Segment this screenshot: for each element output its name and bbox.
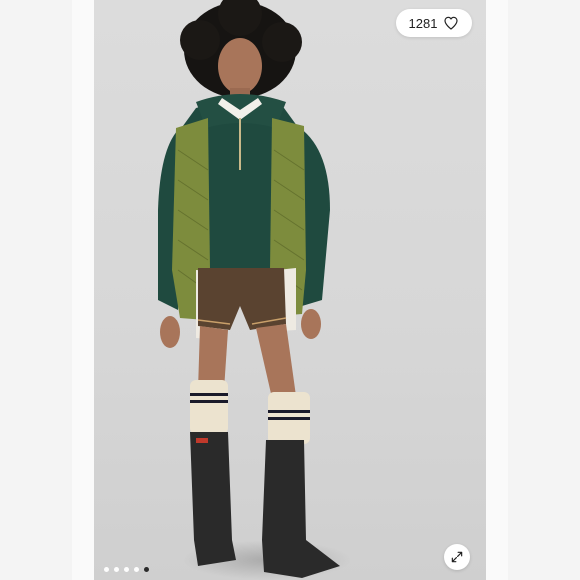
carousel-dot[interactable]	[114, 567, 119, 572]
right-boot	[262, 440, 340, 578]
like-count: 1281	[408, 15, 438, 31]
left-sock	[190, 380, 228, 434]
face	[218, 38, 262, 94]
expand-icon	[451, 551, 463, 563]
left-boot	[190, 432, 236, 566]
heart-icon	[444, 16, 459, 30]
carousel-dot-active[interactable]	[144, 567, 149, 572]
carousel-dot[interactable]	[104, 567, 109, 572]
like-button[interactable]: 1281	[396, 9, 472, 37]
carousel-dot[interactable]	[124, 567, 129, 572]
expand-button[interactable]	[444, 544, 470, 570]
model-illustration	[158, 0, 340, 578]
carousel-dots	[104, 567, 149, 572]
right-leg	[256, 324, 296, 398]
carousel-dot[interactable]	[134, 567, 139, 572]
